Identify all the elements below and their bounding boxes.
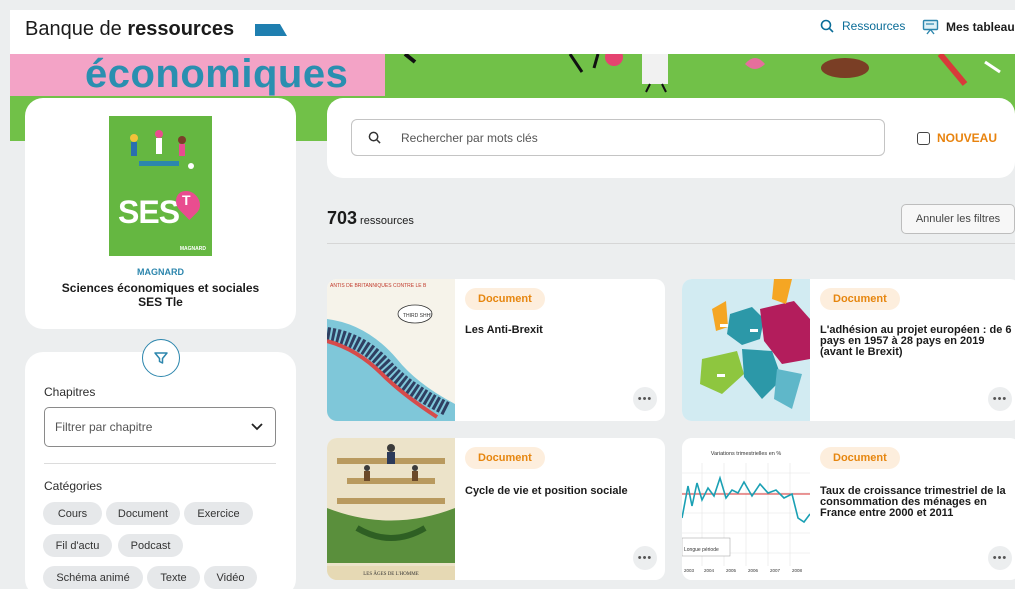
resource-type-tag: Document <box>820 447 900 469</box>
cartoon-illustration: THIRD SHH! ANTIS DE BRITANNIQUES CONTRE … <box>327 279 455 421</box>
brand[interactable]: Banque de ressources <box>25 16 234 42</box>
chart-thumbnail-year: 2007 <box>770 568 781 573</box>
chapters-label: Chapitres <box>44 385 96 399</box>
resource-thumbnail: THIRD SHH! ANTIS DE BRITANNIQUES CONTRE … <box>327 279 455 421</box>
cover-publisher: MAGNARD <box>179 246 206 252</box>
chevron-down-icon <box>251 423 263 431</box>
ages-of-man-illustration: LES ÂGES DE L'HOMME <box>327 438 455 580</box>
top-bar: Banque de ressources Ressources Mes tabl… <box>10 10 1015 54</box>
book-title: Sciences économiques et sociales SES Tle <box>25 281 296 309</box>
resource-title: Cycle de vie et position sociale <box>465 485 628 497</box>
chart-thumbnail-year: 2003 <box>684 568 695 573</box>
results-divider <box>327 243 1015 244</box>
checkbox-icon <box>917 131 930 145</box>
cover-ses-text: SES <box>118 194 180 230</box>
nav-resources[interactable]: Ressources <box>820 19 905 33</box>
resource-type-tag: Document <box>820 288 900 310</box>
search-icon <box>820 19 834 33</box>
search-placeholder: Rechercher par mots clés <box>401 130 538 145</box>
brand-bold: ressources <box>127 18 235 40</box>
resource-card-household-consumption[interactable]: Variations trimestrielles en % Longue pé… <box>682 438 1015 580</box>
brand-flag-icon <box>255 24 287 36</box>
cartoon-caption: ANTIS DE BRITANNIQUES CONTRE LE B <box>330 283 427 289</box>
reset-filters-button[interactable]: Annuler les filtres <box>901 204 1015 234</box>
europe-map-illustration <box>682 279 810 421</box>
nav-resources-label: Ressources <box>842 19 906 33</box>
book-card[interactable]: SES T MAGNARD MAGNARD Sciences économiqu… <box>25 98 296 329</box>
filter-icon <box>154 352 168 364</box>
resource-title: L'adhésion au projet européen : de 6 pay… <box>820 324 1012 358</box>
resource-card-life-cycle[interactable]: LES ÂGES DE L'HOMME Document Cycle de vi… <box>327 438 665 580</box>
brand-light: Banque de <box>25 18 122 40</box>
cover-grade: T <box>182 192 191 208</box>
search-card: Rechercher par mots clés NOUVEAU <box>327 98 1015 178</box>
new-filter-label: NOUVEAU <box>937 131 998 145</box>
category-chip-cours[interactable]: Cours <box>43 502 102 525</box>
chart-thumbnail-title: Variations trimestrielles en % <box>711 451 782 457</box>
chapter-select-placeholder: Filtrer par chapitre <box>55 420 153 434</box>
resource-type-tag: Document <box>465 288 545 310</box>
filter-divider <box>44 463 276 464</box>
category-chip-podcast[interactable]: Podcast <box>118 534 183 557</box>
chart-thumbnail-legend: Longue période <box>684 547 719 553</box>
more-options-button[interactable]: ••• <box>633 546 657 570</box>
resource-thumbnail: Variations trimestrielles en % Longue pé… <box>682 438 810 580</box>
more-options-button[interactable]: ••• <box>633 387 657 411</box>
new-filter-checkbox[interactable]: NOUVEAU <box>917 131 997 145</box>
illustration-caption: LES ÂGES DE L'HOMME <box>363 571 418 577</box>
more-options-button[interactable]: ••• <box>988 387 1012 411</box>
cover-illustration <box>130 130 194 169</box>
more-options-button[interactable]: ••• <box>988 546 1012 570</box>
book-title-line2: SES Tle <box>138 295 183 309</box>
resource-thumbnail <box>682 279 810 421</box>
chart-thumbnail-year: 2004 <box>704 568 715 573</box>
category-chip-document[interactable]: Document <box>106 502 180 525</box>
book-cover-image: SES T MAGNARD <box>109 116 212 256</box>
chapter-select[interactable]: Filtrer par chapitre <box>44 407 276 447</box>
results-count-number: 703 <box>327 208 358 228</box>
category-chip-texte[interactable]: Texte <box>147 566 200 589</box>
book-publisher: MAGNARD <box>137 267 184 277</box>
resource-thumbnail: LES ÂGES DE L'HOMME <box>327 438 455 580</box>
category-chip-exercice[interactable]: Exercice <box>184 502 253 525</box>
results-count-label: ressources <box>360 215 414 227</box>
categories-label: Catégories <box>44 479 103 493</box>
category-chip-schema-anime[interactable]: Schéma animé <box>43 566 143 589</box>
search-icon <box>368 131 381 144</box>
presentation-board-icon <box>922 19 939 35</box>
nav-boards[interactable]: Mes tableaux <box>922 19 1015 35</box>
category-chip-video[interactable]: Vidéo <box>204 566 257 589</box>
resource-card-anti-brexit[interactable]: THIRD SHH! ANTIS DE BRITANNIQUES CONTRE … <box>327 279 665 421</box>
resource-title: Taux de croissance trimestriel de la con… <box>820 485 1006 519</box>
resource-card-eu-membership[interactable]: Document L'adhésion au projet européen :… <box>682 279 1015 421</box>
chart-thumbnail-year: 2008 <box>792 568 803 573</box>
chart-thumbnail-year: 2006 <box>748 568 759 573</box>
results-count: 703 ressources <box>327 208 414 229</box>
filter-toggle-button[interactable] <box>142 339 180 377</box>
filter-panel: Chapitres Filtrer par chapitre Catégorie… <box>25 352 296 589</box>
line-chart-illustration: Variations trimestrielles en % Longue pé… <box>682 438 810 580</box>
book-title-line1: Sciences économiques et sociales <box>61 281 260 295</box>
resource-type-tag: Document <box>465 447 545 469</box>
resource-title: Les Anti-Brexit <box>465 324 543 336</box>
search-input[interactable]: Rechercher par mots clés <box>351 119 885 156</box>
nav-boards-label: Mes tableaux <box>946 20 1015 34</box>
chart-thumbnail-year: 2005 <box>726 568 737 573</box>
speech-bubble-text: THIRD SHH! <box>403 313 432 319</box>
category-chip-fil-dactu[interactable]: Fil d'actu <box>43 534 112 557</box>
